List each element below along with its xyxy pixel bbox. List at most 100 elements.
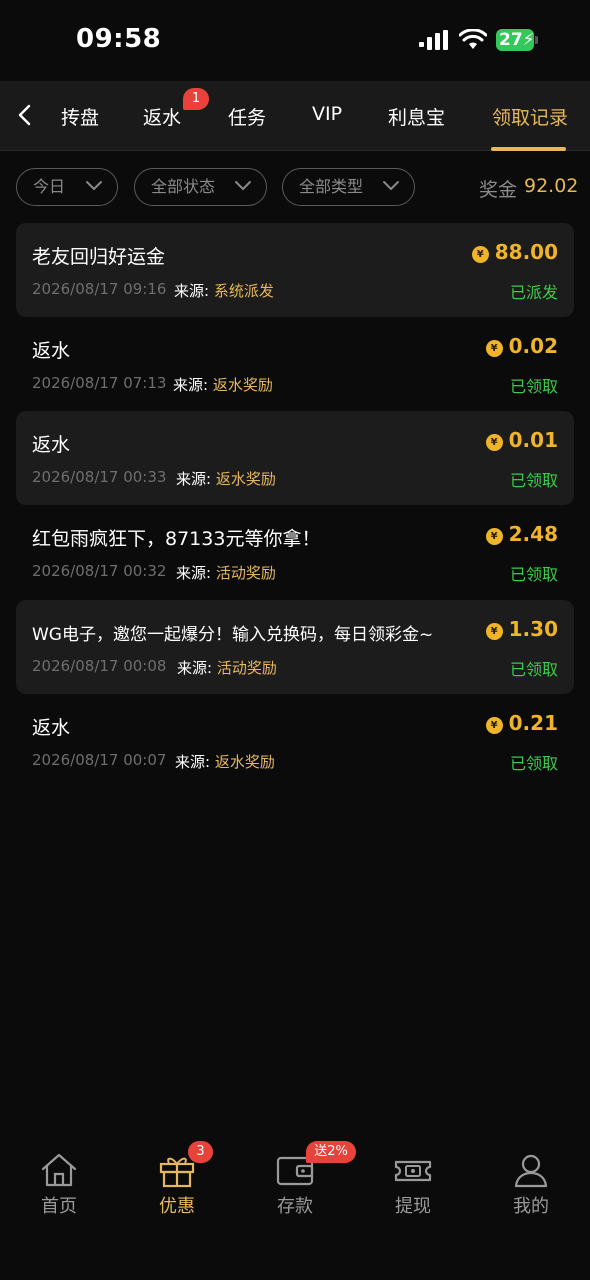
active-tab-indicator	[491, 147, 566, 151]
battery-level: 27	[499, 30, 523, 50]
record-amount: ¥88.00	[471, 240, 558, 264]
record-amount-value: 0.21	[508, 711, 558, 735]
nav-home-label: 首页	[41, 1196, 77, 1217]
record-source: 来源: 活动奖励	[176, 562, 276, 583]
record-amount-value: 88.00	[494, 240, 558, 264]
user-icon	[514, 1154, 548, 1188]
record-item[interactable]: 返水 ¥0.01 2026/08/17 00:33 来源: 返水奖励 已领取	[16, 411, 574, 505]
record-item[interactable]: 返水 ¥0.21 2026/08/17 00:07 来源: 返水奖励 已领取	[16, 694, 574, 788]
tab-vip[interactable]: VIP	[312, 103, 342, 125]
nav-promo[interactable]: 优惠	[132, 1152, 222, 1218]
tab-rebate[interactable]: 返水	[143, 103, 181, 130]
withdraw-icon	[394, 1160, 432, 1182]
source-label: 来源:	[175, 753, 211, 771]
tab-spin[interactable]: 抟盘	[61, 103, 99, 130]
record-date: 2026/08/17 00:07	[32, 751, 167, 769]
bottom-nav: 首页 优惠 存款 提现 我的	[0, 1140, 590, 1280]
status-bar: 09:58 27⚡	[0, 0, 590, 80]
tab-bar: 抟盘 返水 任务 VIP 利息宝 领取记录	[0, 81, 590, 151]
chevron-down-icon	[383, 181, 399, 191]
source-value: 返水奖励	[215, 470, 276, 488]
record-status: 已领取	[509, 754, 558, 773]
chevron-down-icon	[235, 181, 251, 191]
back-arrow-icon[interactable]	[14, 103, 38, 127]
source-value: 系统派发	[213, 282, 274, 300]
record-item[interactable]: 返水 ¥0.02 2026/08/17 07:13 来源: 返水奖励 已领取	[16, 317, 574, 411]
battery-icon: 27⚡	[496, 29, 535, 51]
record-amount: ¥1.30	[485, 617, 558, 641]
record-title: WG电子，邀您一起爆分！输入兑换码，每日领彩金~	[32, 625, 434, 645]
record-item[interactable]: WG电子，邀您一起爆分！输入兑换码，每日领彩金~ ¥1.30 2026/08/1…	[16, 600, 574, 694]
battery-cap	[535, 36, 538, 44]
source-label: 来源:	[176, 470, 212, 488]
source-value: 返水奖励	[214, 753, 275, 771]
record-source: 来源: 返水奖励	[175, 751, 275, 772]
nav-mine-label: 我的	[513, 1196, 549, 1217]
record-amount-value: 1.30	[508, 617, 558, 641]
nav-home[interactable]: 首页	[14, 1152, 104, 1218]
date-filter[interactable]: 今日	[16, 168, 118, 206]
nav-mine[interactable]: 我的	[486, 1152, 576, 1218]
signal-icon	[419, 30, 449, 50]
bonus-total: 92.02	[524, 175, 579, 197]
source-label: 来源:	[174, 282, 210, 300]
source-value: 返水奖励	[212, 376, 273, 394]
wifi-icon	[459, 29, 487, 49]
record-title: 老友回归好运金	[32, 246, 166, 268]
record-source: 来源: 系统派发	[174, 280, 274, 301]
tab-tasks[interactable]: 任务	[228, 103, 266, 130]
record-status: 已领取	[509, 377, 558, 396]
nav-promo-label: 优惠	[159, 1196, 195, 1217]
tab-interest[interactable]: 利息宝	[388, 103, 445, 130]
status-time: 09:58	[76, 24, 162, 54]
type-filter-label: 全部类型	[299, 177, 364, 196]
record-date: 2026/08/17 00:32	[32, 562, 167, 580]
nav-withdraw-label: 提现	[395, 1196, 431, 1217]
source-label: 来源:	[176, 564, 212, 582]
record-amount-value: 2.48	[508, 522, 558, 546]
record-date: 2026/08/17 00:08	[32, 657, 167, 675]
record-title: 返水	[32, 717, 71, 739]
status-filter-label: 全部状态	[151, 177, 216, 196]
home-icon	[41, 1153, 77, 1187]
coin-icon: ¥	[485, 340, 503, 357]
bonus-label: 奖金	[479, 179, 518, 201]
coin-icon: ¥	[485, 717, 503, 734]
coin-icon: ¥	[471, 246, 489, 263]
record-amount: ¥0.02	[485, 334, 558, 358]
record-status: 已派发	[509, 283, 558, 302]
record-title: 红包雨疯狂下，87133元等你拿！	[32, 528, 321, 550]
record-status: 已领取	[509, 565, 558, 584]
record-amount-value: 0.01	[508, 428, 558, 452]
record-date: 2026/08/17 09:16	[32, 280, 167, 298]
record-date: 2026/08/17 00:33	[32, 468, 167, 486]
source-label: 来源:	[177, 659, 213, 677]
record-item[interactable]: 老友回归好运金 ¥88.00 2026/08/17 09:16 来源: 系统派发…	[16, 223, 574, 317]
nav-withdraw[interactable]: 提现	[368, 1152, 458, 1218]
record-status: 已领取	[509, 471, 558, 490]
chevron-down-icon	[86, 181, 102, 191]
record-amount: ¥2.48	[485, 522, 558, 546]
record-amount: ¥0.01	[485, 428, 558, 452]
tab-claim-records[interactable]: 领取记录	[492, 103, 568, 130]
source-value: 活动奖励	[215, 564, 276, 582]
promo-badge: 3	[188, 1141, 213, 1163]
record-status: 已领取	[509, 660, 558, 679]
type-filter[interactable]: 全部类型	[282, 168, 415, 206]
rebate-badge: 1	[183, 88, 209, 110]
record-title: 返水	[32, 434, 71, 456]
record-amount: ¥0.21	[485, 711, 558, 735]
record-item[interactable]: 红包雨疯狂下，87133元等你拿！ ¥2.48 2026/08/17 00:32…	[16, 505, 574, 599]
status-filter[interactable]: 全部状态	[134, 168, 267, 206]
coin-icon: ¥	[485, 528, 503, 545]
coin-icon: ¥	[485, 623, 503, 640]
source-label: 来源:	[173, 376, 209, 394]
coin-icon: ¥	[485, 434, 503, 451]
date-filter-label: 今日	[33, 177, 66, 196]
record-date: 2026/08/17 07:13	[32, 374, 167, 392]
source-value: 活动奖励	[216, 659, 277, 677]
record-source: 来源: 返水奖励	[176, 468, 276, 489]
record-source: 来源: 返水奖励	[173, 374, 273, 395]
record-source: 来源: 活动奖励	[177, 657, 277, 678]
nav-deposit-label: 存款	[277, 1196, 313, 1217]
